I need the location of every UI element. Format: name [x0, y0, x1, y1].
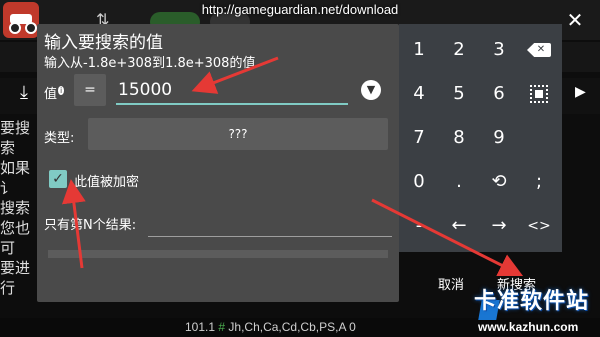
nth-result-input[interactable] — [148, 212, 392, 237]
backspace-icon: ✕ — [527, 43, 551, 57]
key-6[interactable]: 6 — [479, 72, 519, 116]
key-dot[interactable]: . — [439, 160, 479, 204]
backspace-key[interactable]: ✕ — [519, 28, 559, 72]
dialog-title: 输入要搜索的值 — [44, 33, 163, 53]
chevron-down-icon[interactable]: ▼ — [361, 80, 381, 100]
key-right[interactable]: → — [479, 204, 519, 248]
type-label: 类型: — [44, 131, 75, 146]
type-select[interactable]: ??? — [88, 118, 388, 150]
select-all-icon — [530, 85, 548, 103]
info-icon[interactable]: i — [58, 85, 65, 95]
key-9[interactable]: 9 — [479, 116, 519, 160]
value-label-text: 值 — [44, 87, 58, 102]
encrypted-checkbox[interactable]: ✓ — [49, 170, 67, 188]
encrypted-label[interactable]: 此值被加密 — [74, 171, 139, 190]
play-icon[interactable]: ▶ — [575, 84, 586, 100]
select-all-key[interactable] — [519, 72, 559, 116]
dialog-subtitle: 输入从-1.8e+308到1.8e+308的值 — [44, 56, 256, 71]
version: 101.1 — [185, 320, 216, 334]
key-brackets[interactable]: <> — [519, 204, 559, 248]
watermark-text: 卡准软件站 — [474, 289, 590, 314]
key-left[interactable]: ← — [439, 204, 479, 248]
key-3[interactable]: 3 — [479, 28, 519, 72]
app-icon[interactable] — [3, 2, 39, 38]
nth-result-label: 只有第N个结果: — [44, 218, 137, 233]
watermark-url: www.kazhun.com — [478, 320, 579, 334]
close-icon[interactable]: ✕ — [565, 10, 585, 30]
url-overlay: http://gameguardian.net/download — [201, 2, 399, 17]
value-label: 值i — [44, 83, 65, 102]
history-key[interactable]: ⟲ — [479, 160, 519, 204]
history-icon: ⟲ — [491, 171, 507, 192]
key-0[interactable]: 0 — [399, 160, 439, 204]
footer-status: 101.1 # Jh,Ch,Ca,Cd,Cb,PS,A 0 — [185, 320, 356, 334]
operator-button[interactable]: = — [74, 74, 106, 106]
cancel-button[interactable]: 取消 — [438, 274, 464, 293]
numeric-keypad: 1 2 3 ✕ 4 5 6 7 8 9 0 . ⟲ ; - ← → <> — [399, 24, 562, 252]
value-input[interactable] — [116, 77, 348, 105]
key-7[interactable]: 7 — [399, 116, 439, 160]
download-icon[interactable]: ⤓ — [20, 82, 28, 103]
hash-mark: # — [218, 320, 226, 334]
key-4[interactable]: 4 — [399, 72, 439, 116]
key-8[interactable]: 8 — [439, 116, 479, 160]
key-minus[interactable]: - — [399, 204, 439, 248]
key-2[interactable]: 2 — [439, 28, 479, 72]
key-5[interactable]: 5 — [439, 72, 479, 116]
key-semicolon[interactable]: ; — [519, 160, 559, 204]
progress-track — [48, 250, 388, 258]
type-flags: Jh,Ch,Ca,Cd,Cb,PS,A 0 — [228, 320, 356, 334]
key-1[interactable]: 1 — [399, 28, 439, 72]
